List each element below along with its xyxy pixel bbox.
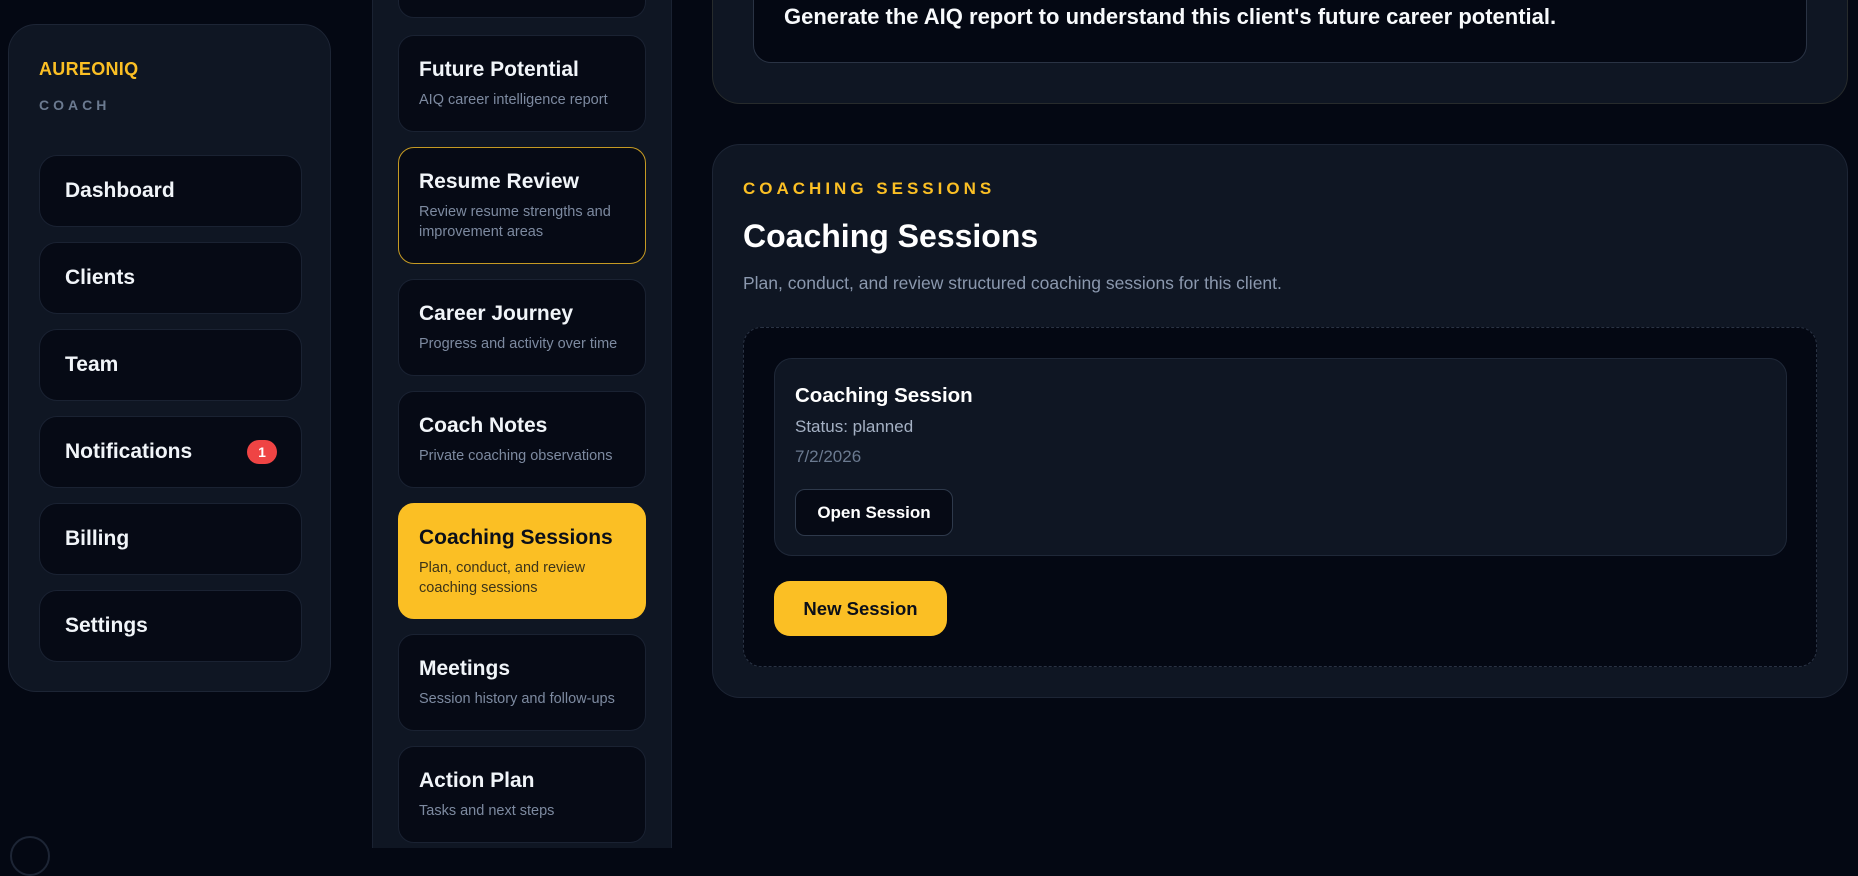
sessions-list: Coaching Session Status: planned 7/2/202… bbox=[743, 327, 1817, 667]
section-card-title: Coach Notes bbox=[419, 414, 548, 437]
nav-item-label: Billing bbox=[65, 527, 130, 550]
panel-description: Plan, conduct, and review structured coa… bbox=[743, 273, 1282, 293]
section-card-title: Career Journey bbox=[419, 302, 574, 325]
open-session-button[interactable]: Open Session bbox=[795, 489, 953, 536]
section-card-title: Action Plan bbox=[419, 769, 535, 792]
nav-item-label: Team bbox=[65, 353, 119, 376]
avatar-ring-icon bbox=[10, 836, 50, 876]
nav-item-billing[interactable]: Billing bbox=[39, 503, 302, 575]
nav-item-notifications[interactable]: Notifications 1 bbox=[39, 416, 302, 488]
session-card: Coaching Session Status: planned 7/2/202… bbox=[774, 358, 1787, 556]
report-empty-state: Generate the AIQ report to understand th… bbox=[753, 0, 1807, 63]
section-card-partial[interactable] bbox=[398, 0, 646, 18]
future-potential-panel: Generate the AIQ report to understand th… bbox=[712, 0, 1848, 104]
section-card-desc: Tasks and next steps bbox=[419, 803, 555, 819]
brand-logo: AUREONIQ bbox=[39, 59, 139, 79]
panel-title: Coaching Sessions bbox=[743, 218, 1039, 254]
section-card-desc: Session history and follow-ups bbox=[419, 691, 615, 707]
nav-item-label: Settings bbox=[65, 614, 148, 637]
notification-count-badge: 1 bbox=[247, 440, 277, 464]
coaching-sessions-panel: COACHING SESSIONS Coaching Sessions Plan… bbox=[712, 144, 1848, 698]
section-card-coaching-sessions[interactable]: Coaching Sessions Plan, conduct, and rev… bbox=[398, 503, 646, 619]
session-date: 7/2/2026 bbox=[795, 447, 862, 466]
nav-item-clients[interactable]: Clients bbox=[39, 242, 302, 314]
section-card-title: Meetings bbox=[419, 657, 511, 680]
nav-item-label: Clients bbox=[65, 266, 136, 289]
section-card-career-journey[interactable]: Career Journey Progress and activity ove… bbox=[398, 279, 646, 376]
section-card-desc: Progress and activity over time bbox=[419, 336, 618, 352]
new-session-button[interactable]: New Session bbox=[774, 581, 947, 636]
nav-item-label: Notifications bbox=[65, 440, 193, 463]
section-card-desc: AIQ career intelligence report bbox=[419, 92, 608, 108]
session-title: Coaching Session bbox=[795, 384, 973, 407]
sidebar: AUREONIQ COACH Dashboard Clients Team No… bbox=[8, 24, 331, 692]
section-nav: Future Potential AIQ career intelligence… bbox=[372, 0, 672, 848]
section-card-resume-review[interactable]: Resume Review Review resume strengths an… bbox=[398, 147, 646, 264]
panel-eyebrow: COACHING SESSIONS bbox=[743, 179, 996, 198]
section-card-action-plan[interactable]: Action Plan Tasks and next steps bbox=[398, 746, 646, 843]
section-card-coach-notes[interactable]: Coach Notes Private coaching observation… bbox=[398, 391, 646, 488]
nav-item-team[interactable]: Team bbox=[39, 329, 302, 401]
section-card-desc: Private coaching observations bbox=[419, 448, 613, 464]
section-card-meetings[interactable]: Meetings Session history and follow-ups bbox=[398, 634, 646, 731]
section-card-desc: Plan, conduct, and review coaching sessi… bbox=[419, 560, 586, 596]
section-card-future-potential[interactable]: Future Potential AIQ career intelligence… bbox=[398, 35, 646, 132]
section-card-title: Coaching Sessions bbox=[419, 526, 613, 549]
section-card-title: Future Potential bbox=[419, 58, 579, 81]
brand-subtitle: COACH bbox=[39, 97, 111, 113]
section-card-desc: Review resume strengths and improvement … bbox=[419, 204, 611, 240]
report-message: Generate the AIQ report to understand th… bbox=[784, 4, 1557, 29]
section-card-title: Resume Review bbox=[419, 170, 579, 193]
session-status: Status: planned bbox=[795, 417, 914, 436]
nav-item-dashboard[interactable]: Dashboard bbox=[39, 155, 302, 227]
nav-item-settings[interactable]: Settings bbox=[39, 590, 302, 662]
nav-item-label: Dashboard bbox=[65, 179, 175, 202]
